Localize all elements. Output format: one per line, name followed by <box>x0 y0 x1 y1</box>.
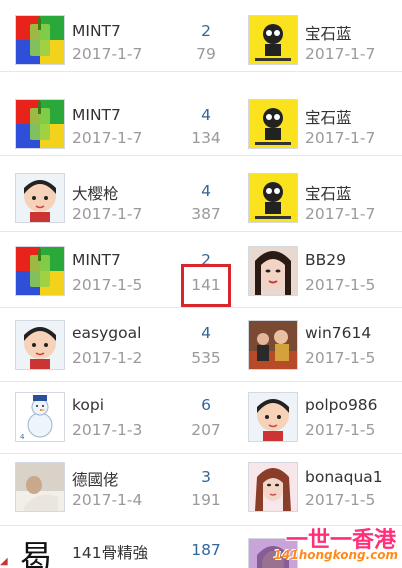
table-row: MINT7 2017-1-7 4 134 宝石蓝 2017-1-7 <box>0 84 402 156</box>
author-name[interactable]: MINT7 <box>72 251 121 269</box>
svg-text:4: 4 <box>20 433 25 441</box>
last-poster-name[interactable]: bonaqua1 <box>305 468 383 486</box>
cartoon-icon <box>249 174 297 222</box>
group-photo-icon <box>249 321 297 369</box>
author-date: 2017-1-7 <box>72 205 143 223</box>
last-poster-avatar[interactable] <box>248 320 298 370</box>
last-poster-name[interactable]: BB29 <box>305 251 346 269</box>
table-row: MINT7 2017-1-7 2 79 宝石蓝 2017-1-7 <box>0 0 402 72</box>
drink-icon <box>16 247 64 295</box>
author-name[interactable]: MINT7 <box>72 106 121 124</box>
author-date: 2017-1-7 <box>72 129 143 147</box>
last-post-date: 2017-1-5 <box>305 421 376 439</box>
author-name[interactable]: 大樱枪 <box>72 182 119 204</box>
reply-count: 6 <box>201 396 211 414</box>
cartoon-icon <box>249 100 297 148</box>
snowman-icon: 4 <box>16 393 64 441</box>
author-avatar[interactable]: 4 <box>15 392 65 442</box>
watermark-url: 141hongkong.com <box>273 548 398 562</box>
cartoon-icon <box>249 16 297 64</box>
author-avatar[interactable] <box>15 320 65 370</box>
author-date: 2017-1-7 <box>72 45 143 63</box>
reply-count: 4 <box>201 182 211 200</box>
drink-icon <box>16 100 64 148</box>
author-name[interactable]: easygoal <box>72 324 141 342</box>
last-post-date: 2017-1-5 <box>305 276 376 294</box>
view-count: 79 <box>196 45 216 63</box>
default-avatar-icon <box>16 321 64 369</box>
last-post-date: 2017-1-7 <box>305 129 376 147</box>
author-date: 2017-1-2 <box>72 349 143 367</box>
table-row: 大樱枪 2017-1-7 4 387 宝石蓝 2017-1-7 <box>0 160 402 232</box>
site-watermark: 一世一香港 141hongkong.com <box>270 522 402 568</box>
drink-icon <box>16 16 64 64</box>
author-avatar[interactable] <box>15 173 65 223</box>
reply-count: 2 <box>201 22 211 40</box>
author-name[interactable]: MINT7 <box>72 22 121 40</box>
reply-count: 3 <box>201 468 211 486</box>
corner-mark: ◢ <box>0 556 8 567</box>
calligraphy-avatar-glyph: 曷 <box>20 538 53 568</box>
last-poster-name[interactable]: 宝石蓝 <box>305 182 352 204</box>
last-poster-avatar[interactable] <box>248 392 298 442</box>
author-avatar[interactable] <box>15 15 65 65</box>
last-post-date: 2017-1-7 <box>305 45 376 63</box>
last-poster-name[interactable]: win7614 <box>305 324 371 342</box>
table-row: easygoal 2017-1-2 4 535 win7614 2017-1-5 <box>0 310 402 382</box>
last-poster-avatar[interactable] <box>248 99 298 149</box>
default-avatar-icon <box>249 393 297 441</box>
author-date: 2017-1-3 <box>72 421 143 439</box>
last-poster-name[interactable]: 宝石蓝 <box>305 106 352 128</box>
highlight-annotation-box <box>181 264 231 307</box>
reply-count: 4 <box>201 106 211 124</box>
table-row: 4 kopi 2017-1-3 6 207 polpo986 2017-1-5 <box>0 382 402 454</box>
default-avatar-icon <box>16 174 64 222</box>
portrait-icon <box>249 247 297 295</box>
last-post-date: 2017-1-5 <box>305 491 376 509</box>
last-poster-avatar[interactable] <box>248 173 298 223</box>
view-count: 207 <box>191 421 221 439</box>
view-count: 134 <box>191 129 221 147</box>
author-name[interactable]: 德國佬 <box>72 468 119 490</box>
view-count: 191 <box>191 491 221 509</box>
view-count: 535 <box>191 349 221 367</box>
author-avatar[interactable] <box>15 462 65 512</box>
last-poster-name[interactable]: polpo986 <box>305 396 378 414</box>
last-poster-avatar[interactable] <box>248 15 298 65</box>
last-post-date: 2017-1-7 <box>305 205 376 223</box>
view-count: 387 <box>191 205 221 223</box>
author-name[interactable]: 141骨精強 <box>72 541 148 563</box>
photo-icon <box>16 463 64 511</box>
reply-count: 187 <box>191 541 221 559</box>
author-date: 2017-1-4 <box>72 491 143 509</box>
portrait-icon <box>249 463 297 511</box>
reply-count: 4 <box>201 324 211 342</box>
table-row: 德國佬 2017-1-4 3 191 bonaqua1 2017-1-5 <box>0 454 402 526</box>
last-post-date: 2017-1-5 <box>305 349 376 367</box>
last-poster-avatar[interactable] <box>248 462 298 512</box>
author-avatar[interactable] <box>15 99 65 149</box>
author-avatar[interactable] <box>15 246 65 296</box>
last-poster-name[interactable]: 宝石蓝 <box>305 22 352 44</box>
author-name[interactable]: kopi <box>72 396 104 414</box>
last-poster-avatar[interactable] <box>248 246 298 296</box>
author-date: 2017-1-5 <box>72 276 143 294</box>
